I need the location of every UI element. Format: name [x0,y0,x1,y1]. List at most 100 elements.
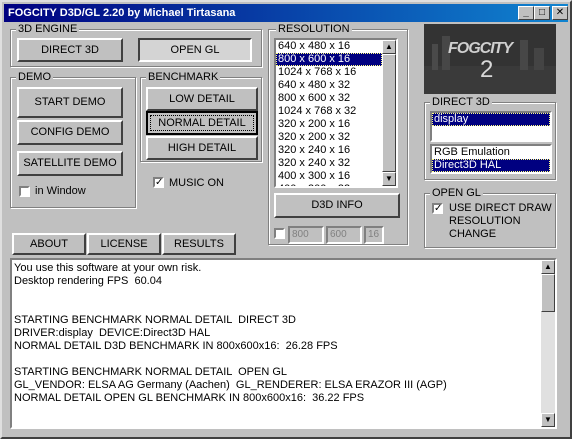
low-detail-label: LOW DETAIL [169,93,235,105]
maximize-button[interactable]: □ [534,6,550,20]
device-option-item[interactable]: RGB Emulation [432,146,550,159]
direct3d-engine-button[interactable]: DIRECT 3D [17,38,123,62]
log-line: STARTING BENCHMARK NORMAL DETAIL DIRECT … [14,314,296,326]
title-bar[interactable]: FOGCITY D3D/GL 2.20 by Michael Tirtasana… [4,4,568,22]
d3d-info-button[interactable]: D3D INFO [274,193,400,218]
music-on-checkbox[interactable]: ✓ [153,177,164,188]
minimize-button[interactable]: _ [518,6,534,20]
satellite-demo-label: SATELLITE DEMO [23,157,117,169]
music-on-label: MUSIC ON [169,177,224,189]
in-window-checkbox[interactable] [19,186,30,197]
checkmark-icon: ✓ [155,177,164,188]
start-demo-button[interactable]: START DEMO [17,87,123,118]
opengl-engine-label: OPEN GL [170,44,220,56]
log-line: GL_VENDOR: ELSA AG Germany (Aachen) GL_R… [14,379,447,391]
resolution-option-item[interactable]: 640 x 480 x 32 [276,79,382,92]
resolution-option-item[interactable]: 1024 x 768 x 32 [276,105,382,118]
window-title: FOGCITY D3D/GL 2.20 by Michael Tirtasana [8,7,236,19]
scroll-thumb[interactable] [382,54,396,172]
log-text: You use this software at your own risk. D… [12,262,537,425]
direct-draw-label: USE DIRECT DRAW RESOLUTION CHANGE [449,202,552,241]
direct3d-group-label: DIRECT 3D [430,96,492,108]
tab-about-label: ABOUT [30,238,68,250]
log-line: NORMAL DETAIL OPEN GL BENCHMARK IN 800x6… [14,392,365,404]
arrow-down-icon: ▼ [544,415,552,424]
log-line: NORMAL DETAIL D3D BENCHMARK IN 800x600x1… [14,340,338,352]
resolution-option-item[interactable]: 800 x 600 x 16 [276,53,382,66]
resolution-option-item[interactable]: 400 x 300 x 32 [276,183,382,186]
direct-draw-checkbox[interactable]: ✓ [432,203,443,214]
direct-draw-label-line1: USE DIRECT DRAW [449,202,552,214]
resolution-option-item[interactable]: 320 x 200 x 16 [276,118,382,131]
d3d-info-label: D3D INFO [311,199,363,211]
tab-results-label: RESULTS [174,238,224,250]
checkmark-icon: ✓ [434,203,443,214]
tab-about[interactable]: ABOUT [12,233,86,255]
custom-resolution-checkbox[interactable] [274,228,285,239]
device-list[interactable]: RGB Emulation Direct3D HAL [432,146,550,172]
arrow-up-icon: ▲ [385,42,393,51]
custom-bpp-field[interactable]: 16 [364,226,384,244]
direct3d-engine-label: DIRECT 3D [41,44,99,56]
resolution-group-label: RESOLUTION [276,23,352,35]
maximize-icon: □ [538,7,546,18]
resolution-option-item[interactable]: 1024 x 768 x 16 [276,66,382,79]
direct-draw-label-line2: RESOLUTION [449,215,521,227]
close-button[interactable]: ✕ [552,6,568,20]
resolution-listbox[interactable]: 640 x 480 x 16 800 x 600 x 16 1024 x 768 x… [274,38,398,188]
resolution-option-item[interactable]: 320 x 240 x 16 [276,144,382,157]
satellite-demo-button[interactable]: SATELLITE DEMO [17,151,123,176]
resolution-option-item[interactable]: 320 x 200 x 32 [276,131,382,144]
custom-width-field[interactable]: 800 [288,226,324,244]
tab-license-label: LICENSE [100,238,148,250]
log-line: STARTING BENCHMARK NORMAL DETAIL OPEN GL [14,366,288,378]
log-scroll-down-button[interactable]: ▼ [541,413,555,427]
logo-number: 2 [480,56,494,83]
close-icon: ✕ [555,7,565,18]
direct-draw-label-line3: CHANGE [449,228,497,240]
custom-height-field[interactable]: 600 [326,226,362,244]
high-detail-label: HIGH DETAIL [167,142,237,154]
resolution-option-item[interactable]: 320 x 240 x 32 [276,157,382,170]
engine-group-label: 3D ENGINE [16,23,80,35]
tab-results[interactable]: RESULTS [162,233,236,255]
normal-detail-button[interactable]: NORMAL DETAIL [146,111,258,135]
config-demo-button[interactable]: CONFIG DEMO [17,120,123,145]
start-demo-label: START DEMO [34,96,106,108]
tab-license[interactable]: LICENSE [87,233,161,255]
resolution-list[interactable]: 640 x 480 x 16 800 x 600 x 16 1024 x 768 x… [276,40,382,186]
resolution-scrollbar[interactable]: ▲ ▼ [382,40,396,186]
opengl-group-label: OPEN GL [430,187,483,199]
device-listbox[interactable]: RGB Emulation Direct3D HAL [430,144,552,174]
log-line: DRIVER:display DEVICE:Direct3D HAL [14,327,211,339]
log-output[interactable]: You use this software at your own risk. D… [10,258,557,429]
log-scroll-thumb[interactable] [541,274,555,312]
display-list[interactable]: display [432,113,550,140]
device-option-item[interactable]: Direct3D HAL [432,159,550,172]
config-demo-label: CONFIG DEMO [30,126,110,138]
low-detail-button[interactable]: LOW DETAIL [146,87,258,111]
log-line: Desktop rendering FPS 60.04 [14,275,162,287]
log-scrollbar[interactable]: ▲ ▼ [541,260,555,427]
opengl-engine-button[interactable]: OPEN GL [138,38,252,62]
resolution-option-item[interactable]: 640 x 480 x 16 [276,40,382,53]
in-window-label: in Window [35,185,86,197]
arrow-up-icon: ▲ [544,262,552,271]
benchmark-group-label: BENCHMARK [146,71,221,83]
scroll-up-button[interactable]: ▲ [382,40,396,54]
log-scroll-up-button[interactable]: ▲ [541,260,555,274]
resolution-option-item[interactable]: 400 x 300 x 16 [276,170,382,183]
minimize-icon: _ [523,7,529,18]
scroll-down-button[interactable]: ▼ [382,172,396,186]
normal-detail-label: NORMAL DETAIL [158,117,246,129]
fogcity-logo: FOGCITY 2 [424,24,556,94]
display-listbox[interactable]: display [430,111,552,142]
resolution-option-item[interactable]: 800 x 600 x 32 [276,92,382,105]
log-line: You use this software at your own risk. [14,262,202,274]
display-option-item[interactable]: display [432,113,550,126]
arrow-down-icon: ▼ [385,174,393,183]
high-detail-button[interactable]: HIGH DETAIL [146,136,258,160]
